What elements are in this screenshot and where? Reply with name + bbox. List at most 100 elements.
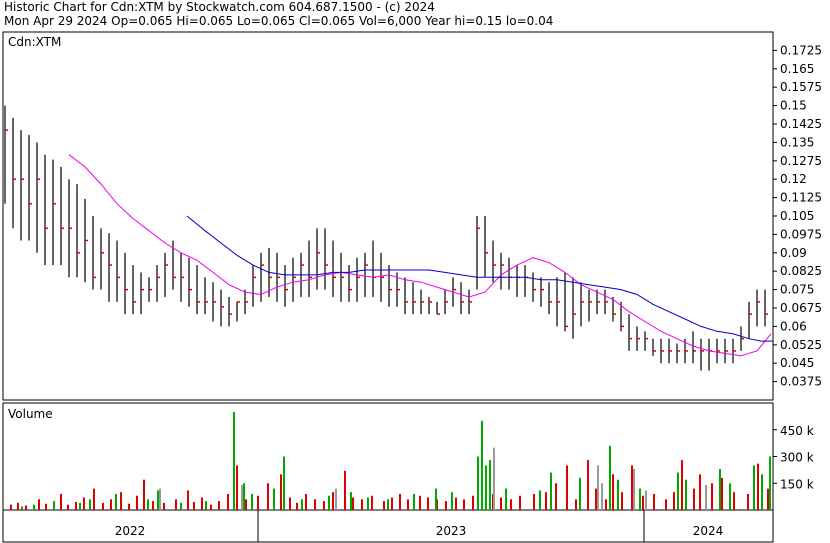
volume-bar-up xyxy=(387,499,389,510)
volume-bar-down xyxy=(187,490,189,510)
volume-bar-down xyxy=(767,488,769,510)
volume-bar-down xyxy=(344,470,346,510)
volume-bar-down xyxy=(83,497,85,510)
year-label: 2023 xyxy=(436,524,467,538)
volume-bar-up xyxy=(505,488,507,510)
volume-bar-up xyxy=(115,493,117,510)
volume-bar-down xyxy=(227,493,229,510)
volume-tick-label: 150 k xyxy=(780,477,814,491)
volume-bar-down xyxy=(352,497,354,510)
volume-bar-down xyxy=(110,499,112,510)
volume-bar-down xyxy=(575,499,577,510)
volume-bar-down xyxy=(67,504,69,510)
volume-bar-down xyxy=(289,497,291,510)
stock-chart: 0.1725 0.165 0.1575 0.15 0.1425 0.135 0.1275 0.… xyxy=(2,31,822,543)
volume-bar-unchanged xyxy=(241,485,243,510)
volume-bar-down xyxy=(747,493,749,510)
volume-bar-down xyxy=(136,495,138,510)
volume-bar-down xyxy=(102,502,104,510)
price-tick-label: 0.1275 xyxy=(780,154,822,168)
volume-bar-down xyxy=(711,483,713,510)
volume-bar-up xyxy=(539,490,541,510)
volume-bar-unchanged xyxy=(335,488,337,510)
volume-bar-up xyxy=(489,460,491,510)
volume-bar-down xyxy=(305,493,307,510)
volume-bar-up xyxy=(367,497,369,510)
volume-bar-up xyxy=(609,445,611,510)
volume-bar-unchanged xyxy=(493,447,495,510)
volume-bar-down xyxy=(399,493,401,510)
volume-bar-down xyxy=(175,499,177,510)
volume-bar-down xyxy=(673,492,675,510)
price-tick-label: 0.06 xyxy=(780,319,807,333)
volume-bar-up xyxy=(147,499,149,510)
price-tick-label: 0.12 xyxy=(780,172,807,186)
volume-bar-up xyxy=(283,456,285,510)
volume-bar-down xyxy=(681,460,683,510)
volume-bar-down xyxy=(245,499,247,510)
volume-bar-up xyxy=(719,468,721,510)
volume-bar-up xyxy=(301,499,303,510)
volume-bar-up xyxy=(328,495,330,510)
volume-bar-up xyxy=(451,492,453,510)
volume-bar-down xyxy=(455,497,457,510)
volume-bar-down xyxy=(391,497,393,510)
year-label: 2024 xyxy=(693,524,724,538)
volume-bar-down xyxy=(533,493,535,510)
volume-bar-up xyxy=(753,465,755,510)
volume-bar-up xyxy=(205,501,207,510)
volume-tick-label: 450 k xyxy=(780,424,814,438)
volume-bar-down xyxy=(566,465,568,510)
price-tick-label: 0.1575 xyxy=(780,80,822,94)
volume-bar-up xyxy=(53,501,55,510)
volume-bar-down xyxy=(280,474,282,510)
volume-bar-up xyxy=(481,420,483,510)
volume-bar-down xyxy=(757,463,759,510)
short-moving-average-line xyxy=(68,154,772,357)
volume-bar-down xyxy=(500,497,502,510)
price-tick-label: 0.165 xyxy=(780,62,814,76)
volume-bar-unchanged xyxy=(705,485,707,510)
volume-bar-down xyxy=(665,499,667,510)
volume-bar-down xyxy=(361,499,363,510)
volume-bar-up xyxy=(550,472,552,510)
volume-bar-down xyxy=(653,493,655,510)
volume-bar-up xyxy=(180,502,182,510)
volume-bar-unchanged xyxy=(633,468,635,510)
price-tick-label: 0.105 xyxy=(780,209,814,223)
volume-bar-unchanged xyxy=(645,490,647,510)
volume-bar-down xyxy=(332,492,334,510)
long-moving-average-line xyxy=(186,215,773,342)
volume-bar-down xyxy=(128,503,130,510)
volume-bar-down xyxy=(25,505,27,510)
volume-bar-down xyxy=(699,474,701,510)
volume-bar-down xyxy=(555,483,557,510)
volume-bar-up xyxy=(233,411,235,510)
volume-bar-down xyxy=(445,501,447,510)
volume-bar-down xyxy=(45,503,47,510)
volume-bar-down xyxy=(152,501,154,510)
volume-bar-down xyxy=(595,488,597,510)
volume-bar-down xyxy=(17,502,19,510)
volume-bar-up xyxy=(435,488,437,510)
volume-bar-down xyxy=(587,460,589,510)
volume-bar-up xyxy=(617,479,619,510)
year-label: 2022 xyxy=(115,524,146,538)
volume-bar-down xyxy=(38,499,40,510)
volume-bar-up xyxy=(413,493,415,510)
volume-bar-down xyxy=(721,477,723,510)
volume-bar-up xyxy=(729,483,731,510)
volume-bar-down xyxy=(612,474,614,510)
volume-bar-up xyxy=(33,504,35,510)
volume-bar-up xyxy=(677,472,679,510)
price-tick-label: 0.1125 xyxy=(780,191,822,205)
volume-bar-down xyxy=(605,499,607,510)
volume-bar-down xyxy=(407,499,409,510)
volume-bar-down xyxy=(427,497,429,510)
price-tick-label: 0.0825 xyxy=(780,264,822,278)
volume-bar-down xyxy=(257,495,259,510)
volume-bar-down xyxy=(210,504,212,510)
volume-bar-down xyxy=(631,465,633,510)
volume-bar-down xyxy=(463,499,465,510)
price-tick-label: 0.0975 xyxy=(780,227,822,241)
